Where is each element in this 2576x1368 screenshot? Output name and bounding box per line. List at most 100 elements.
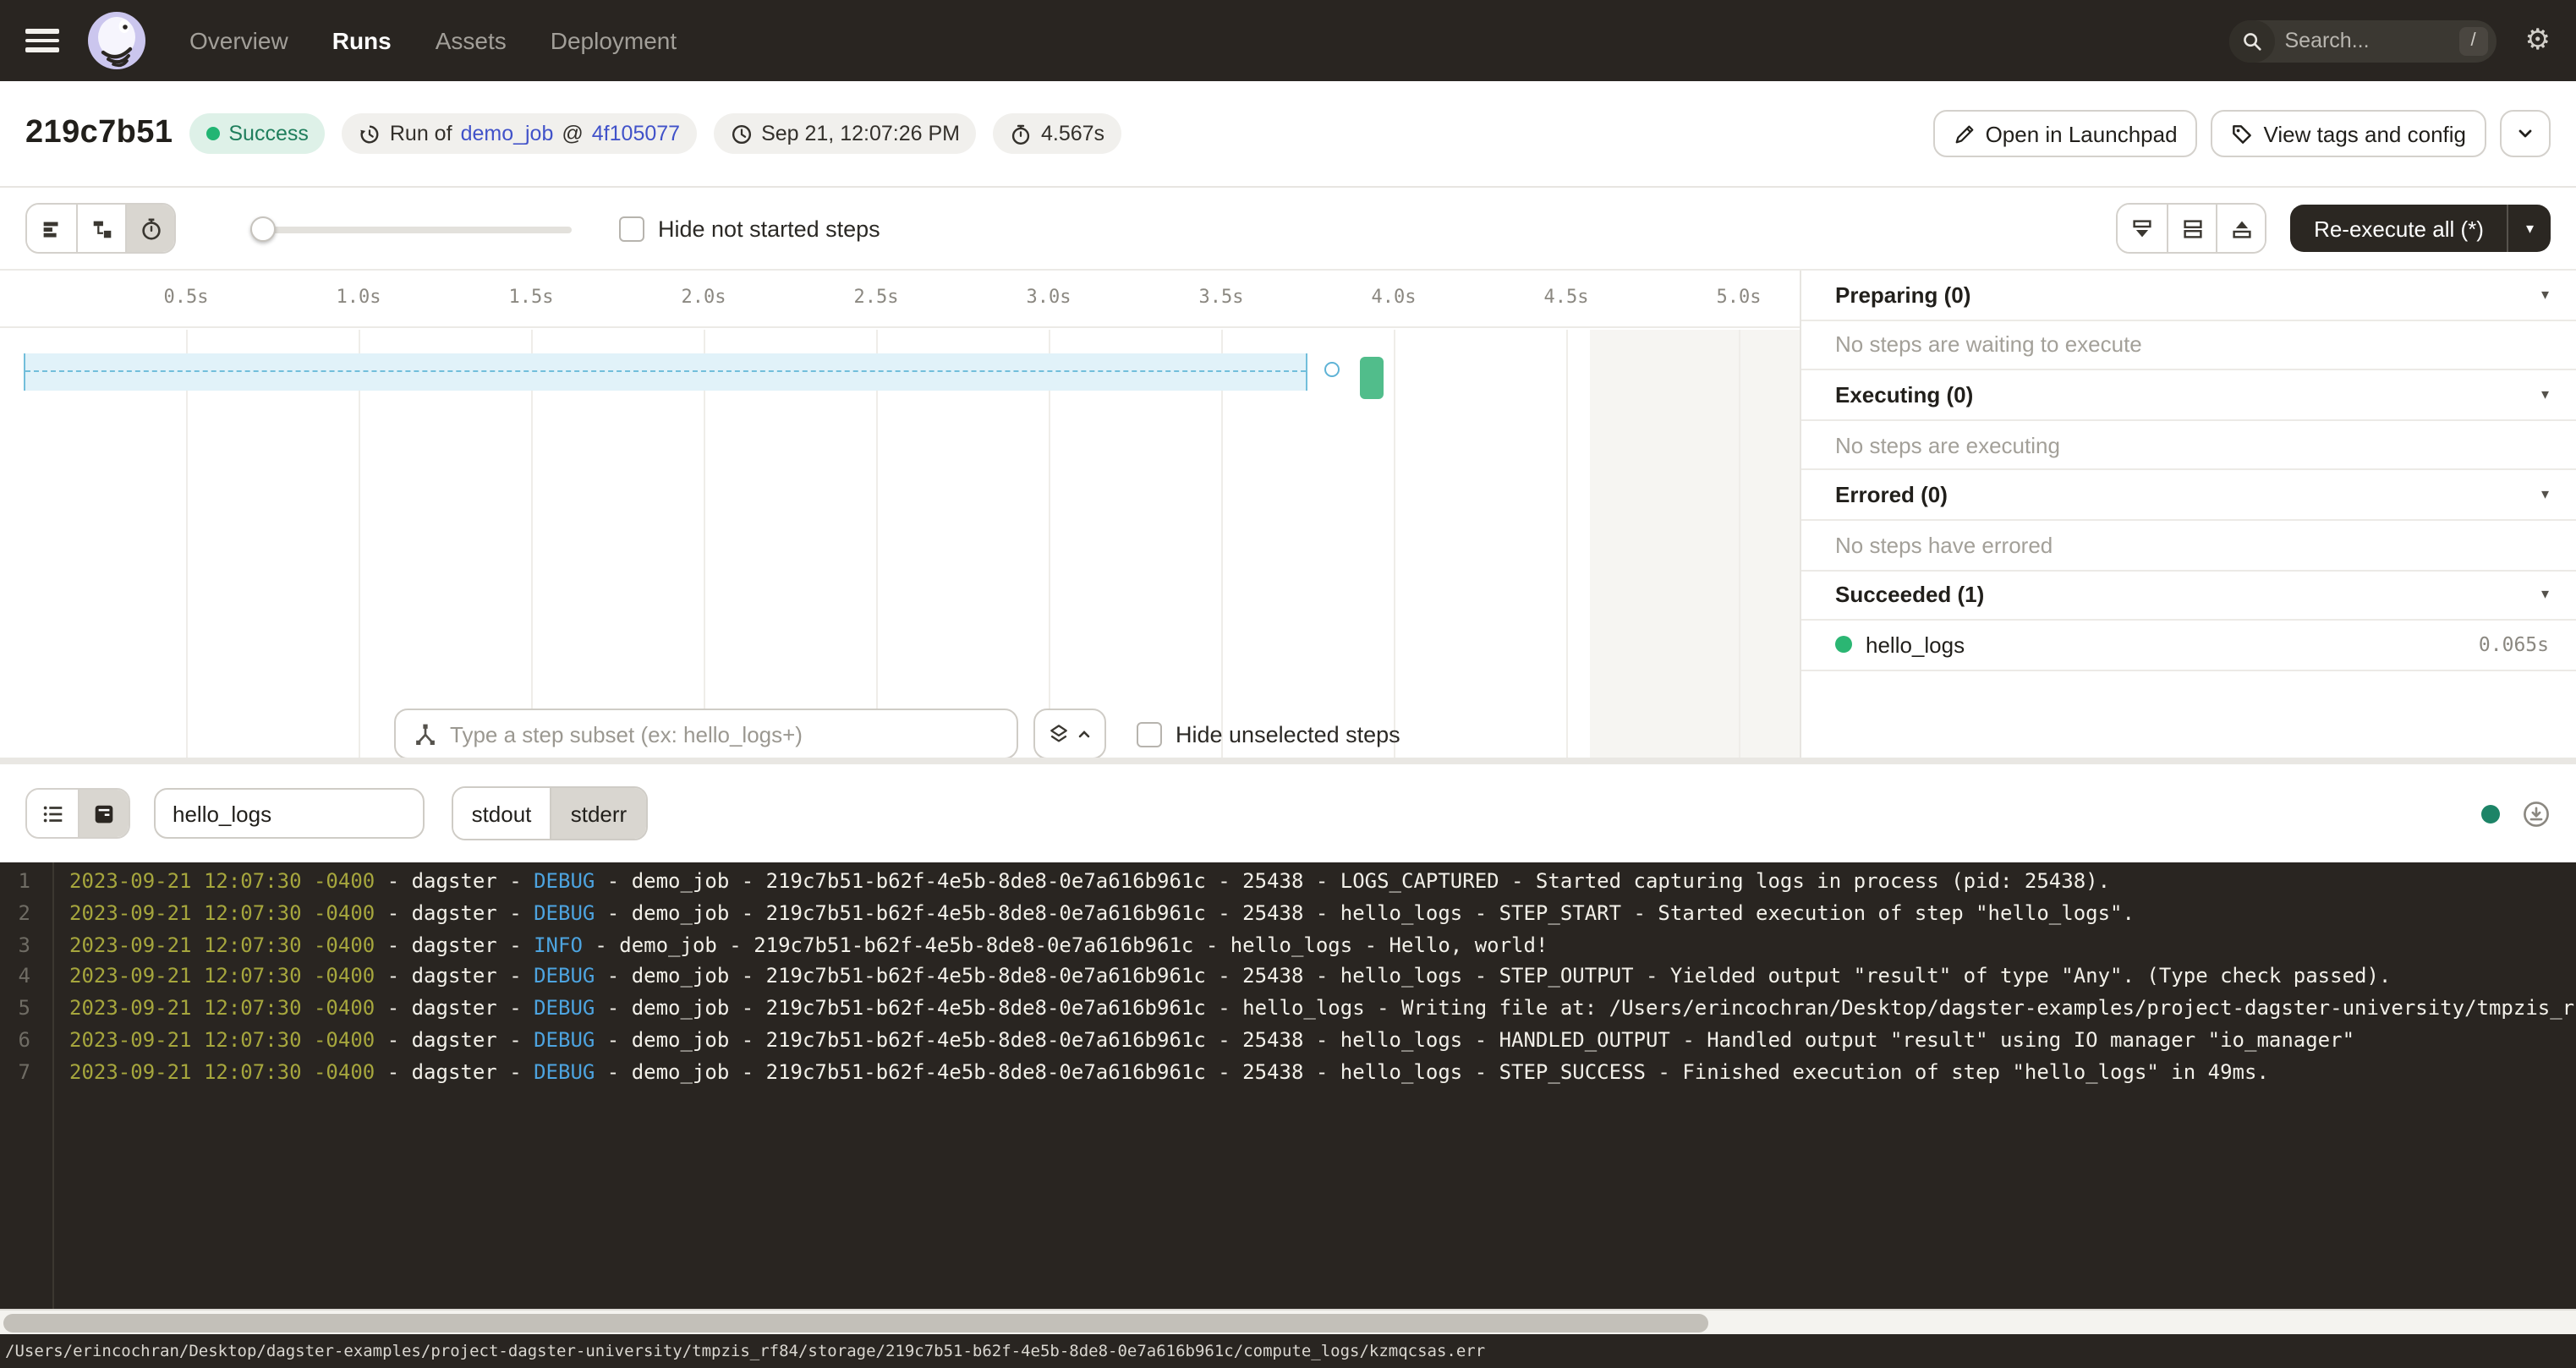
horizontal-scrollbar[interactable] bbox=[0, 1309, 2576, 1334]
step-section-header[interactable]: Preparing (0) ▾ bbox=[1801, 271, 2576, 320]
expand-top-icon[interactable] bbox=[2216, 205, 2265, 252]
empty-state-text: No steps are waiting to execute bbox=[1835, 332, 2142, 358]
log-line: 52023-09-21 12:07:30 -0400 - dagster - D… bbox=[0, 996, 2576, 1028]
hide-not-started-label: Hide not started steps bbox=[658, 216, 880, 241]
menu-icon[interactable] bbox=[25, 29, 59, 52]
log-line: 62023-09-21 12:07:30 -0400 - dagster - D… bbox=[0, 1028, 2576, 1060]
zoom-slider[interactable] bbox=[250, 216, 572, 241]
open-in-launchpad-button[interactable]: Open in Launchpad bbox=[1933, 110, 2198, 157]
axis-tick-label: 2.0s bbox=[682, 286, 726, 308]
gear-icon[interactable]: ⚙ bbox=[2525, 26, 2551, 55]
step-section-header[interactable]: Succeeded (1) ▾ bbox=[1801, 571, 2576, 621]
gridline bbox=[1049, 330, 1050, 758]
search-shortcut-badge: / bbox=[2459, 26, 2488, 55]
section-collapse-caret-icon[interactable]: ▾ bbox=[2541, 485, 2549, 504]
nav-item-runs[interactable]: Runs bbox=[332, 27, 392, 54]
section-label: Succeeded (1) bbox=[1835, 583, 1984, 608]
gridline bbox=[876, 330, 878, 758]
gridline bbox=[704, 330, 705, 758]
split-even-icon[interactable] bbox=[2167, 205, 2216, 252]
run-id: 219c7b51 bbox=[25, 115, 173, 152]
log-line: 42023-09-21 12:07:30 -0400 - dagster - D… bbox=[0, 965, 2576, 997]
reexecute-all-button[interactable]: Re-execute all (*) ▾ bbox=[2290, 205, 2551, 252]
search-input[interactable]: Search... / bbox=[2229, 19, 2497, 62]
hide-unselected-checkbox[interactable] bbox=[1137, 721, 1162, 747]
step-name[interactable]: hello_logs bbox=[1866, 632, 1965, 658]
run-actions-menu-button[interactable] bbox=[2500, 110, 2551, 157]
horizontal-scrollbar-thumb[interactable] bbox=[3, 1314, 1708, 1332]
nav-item-overview[interactable]: Overview bbox=[189, 27, 288, 54]
zoom-slider-thumb[interactable] bbox=[250, 216, 276, 241]
gantt-time-axis: 0.5s1.0s1.5s2.0s2.5s3.0s3.5s4.0s4.5s5.0s bbox=[0, 271, 1800, 328]
step-subset-input[interactable]: Type a step subset (ex: hello_logs+) bbox=[394, 709, 1018, 758]
gridline bbox=[1566, 330, 1568, 758]
hide-not-started-control[interactable]: Hide not started steps bbox=[619, 216, 880, 241]
top-nav: Overview Runs Assets Deployment Search..… bbox=[0, 0, 2576, 81]
hide-unselected-label: Hide unselected steps bbox=[1176, 721, 1400, 747]
empty-state-text: No steps have errored bbox=[1835, 533, 2053, 558]
log-line-text: 2023-09-21 12:07:30 -0400 - dagster - DE… bbox=[52, 1060, 2269, 1092]
step-section-empty-state: No steps have errored bbox=[1801, 521, 2576, 571]
commit-link[interactable]: 4f105077 bbox=[592, 122, 680, 145]
reexecute-menu-caret[interactable]: ▾ bbox=[2507, 205, 2551, 252]
step-section-empty-state: No steps are waiting to execute bbox=[1801, 320, 2576, 370]
reexecute-all-label[interactable]: Re-execute all (*) bbox=[2290, 205, 2507, 252]
log-line-number: 5 bbox=[0, 996, 52, 1028]
section-collapse-caret-icon[interactable]: ▾ bbox=[2541, 386, 2549, 404]
tab-stderr[interactable]: stderr bbox=[550, 788, 646, 839]
clock-icon bbox=[731, 123, 753, 145]
gantt-chart: 0.5s1.0s1.5s2.0s2.5s3.0s3.5s4.0s4.5s5.0s bbox=[0, 271, 1800, 758]
log-filter-input[interactable]: hello_logs bbox=[154, 788, 425, 839]
horizontal-splitter[interactable] bbox=[0, 758, 2576, 764]
view-tags-config-button[interactable]: View tags and config bbox=[2212, 110, 2486, 157]
gantt-body: Type a step subset (ex: hello_logs+) Hid… bbox=[0, 330, 1800, 758]
log-file-path: /Users/erincochran/Desktop/dagster-examp… bbox=[0, 1342, 1485, 1360]
section-collapse-caret-icon[interactable]: ▾ bbox=[2541, 586, 2549, 605]
step-subset-row: Type a step subset (ex: hello_logs+) Hid… bbox=[0, 709, 1800, 758]
log-line-text: 2023-09-21 12:07:30 -0400 - dagster - DE… bbox=[52, 965, 2391, 997]
raw-log-view-icon[interactable] bbox=[78, 790, 129, 837]
expand-bottom-icon[interactable] bbox=[2118, 205, 2167, 252]
step-section-empty-state: No steps are executing bbox=[1801, 421, 2576, 471]
log-line-number: 2 bbox=[0, 901, 52, 933]
tab-stdout[interactable]: stdout bbox=[453, 788, 550, 839]
section-collapse-caret-icon[interactable]: ▾ bbox=[2541, 286, 2549, 304]
step-duration: 0.065s bbox=[2479, 633, 2549, 657]
log-line-text: 2023-09-21 12:07:30 -0400 - dagster - DE… bbox=[52, 996, 2576, 1028]
log-line-text: 2023-09-21 12:07:30 -0400 - dagster - IN… bbox=[52, 933, 1548, 965]
step-section-header[interactable]: Executing (0)▾ bbox=[1801, 370, 2576, 420]
job-link[interactable]: demo_job bbox=[461, 122, 554, 145]
status-dot-icon bbox=[206, 127, 220, 140]
empty-state-text: No steps are executing bbox=[1835, 432, 2060, 457]
graph-query-toggle-button[interactable] bbox=[1033, 709, 1106, 758]
step-execution-bar[interactable] bbox=[1359, 357, 1384, 399]
nav-item-deployment[interactable]: Deployment bbox=[551, 27, 677, 54]
tag-icon bbox=[2232, 123, 2254, 145]
section-label: Preparing (0) bbox=[1835, 282, 1970, 308]
dagster-logo-icon[interactable] bbox=[88, 12, 145, 69]
log-line: 12023-09-21 12:07:30 -0400 - dagster - D… bbox=[0, 869, 2576, 901]
zoom-slider-track[interactable] bbox=[250, 226, 572, 233]
log-line-text: 2023-09-21 12:07:30 -0400 - dagster - DE… bbox=[52, 901, 2135, 933]
log-line: 22023-09-21 12:07:30 -0400 - dagster - D… bbox=[0, 901, 2576, 933]
step-row[interactable]: hello_logs 0.065s bbox=[1801, 621, 2576, 670]
history-icon bbox=[359, 123, 381, 145]
stopwatch-icon bbox=[1011, 123, 1033, 145]
log-line-number: 7 bbox=[0, 1060, 52, 1092]
structured-log-view-icon[interactable] bbox=[27, 790, 78, 837]
gridline bbox=[1221, 330, 1223, 758]
view-timing-icon[interactable] bbox=[125, 205, 174, 252]
view-flat-icon[interactable] bbox=[27, 205, 76, 252]
log-capture-status-icon bbox=[2481, 804, 2500, 823]
nav-item-assets[interactable]: Assets bbox=[436, 27, 507, 54]
download-icon[interactable] bbox=[2522, 799, 2551, 828]
chevron-up-icon bbox=[1076, 725, 1093, 742]
hide-unselected-control[interactable]: Hide unselected steps bbox=[1137, 721, 1400, 747]
hide-not-started-checkbox[interactable] bbox=[619, 216, 644, 241]
log-toolbar: hello_logs stdout stderr bbox=[0, 764, 2576, 862]
log-line-number: 6 bbox=[0, 1028, 52, 1060]
chevron-down-icon bbox=[2515, 123, 2535, 144]
step-section-header[interactable]: Errored (0)▾ bbox=[1801, 471, 2576, 521]
step-waiting-band bbox=[24, 353, 1307, 391]
view-waterfall-icon[interactable] bbox=[76, 205, 125, 252]
